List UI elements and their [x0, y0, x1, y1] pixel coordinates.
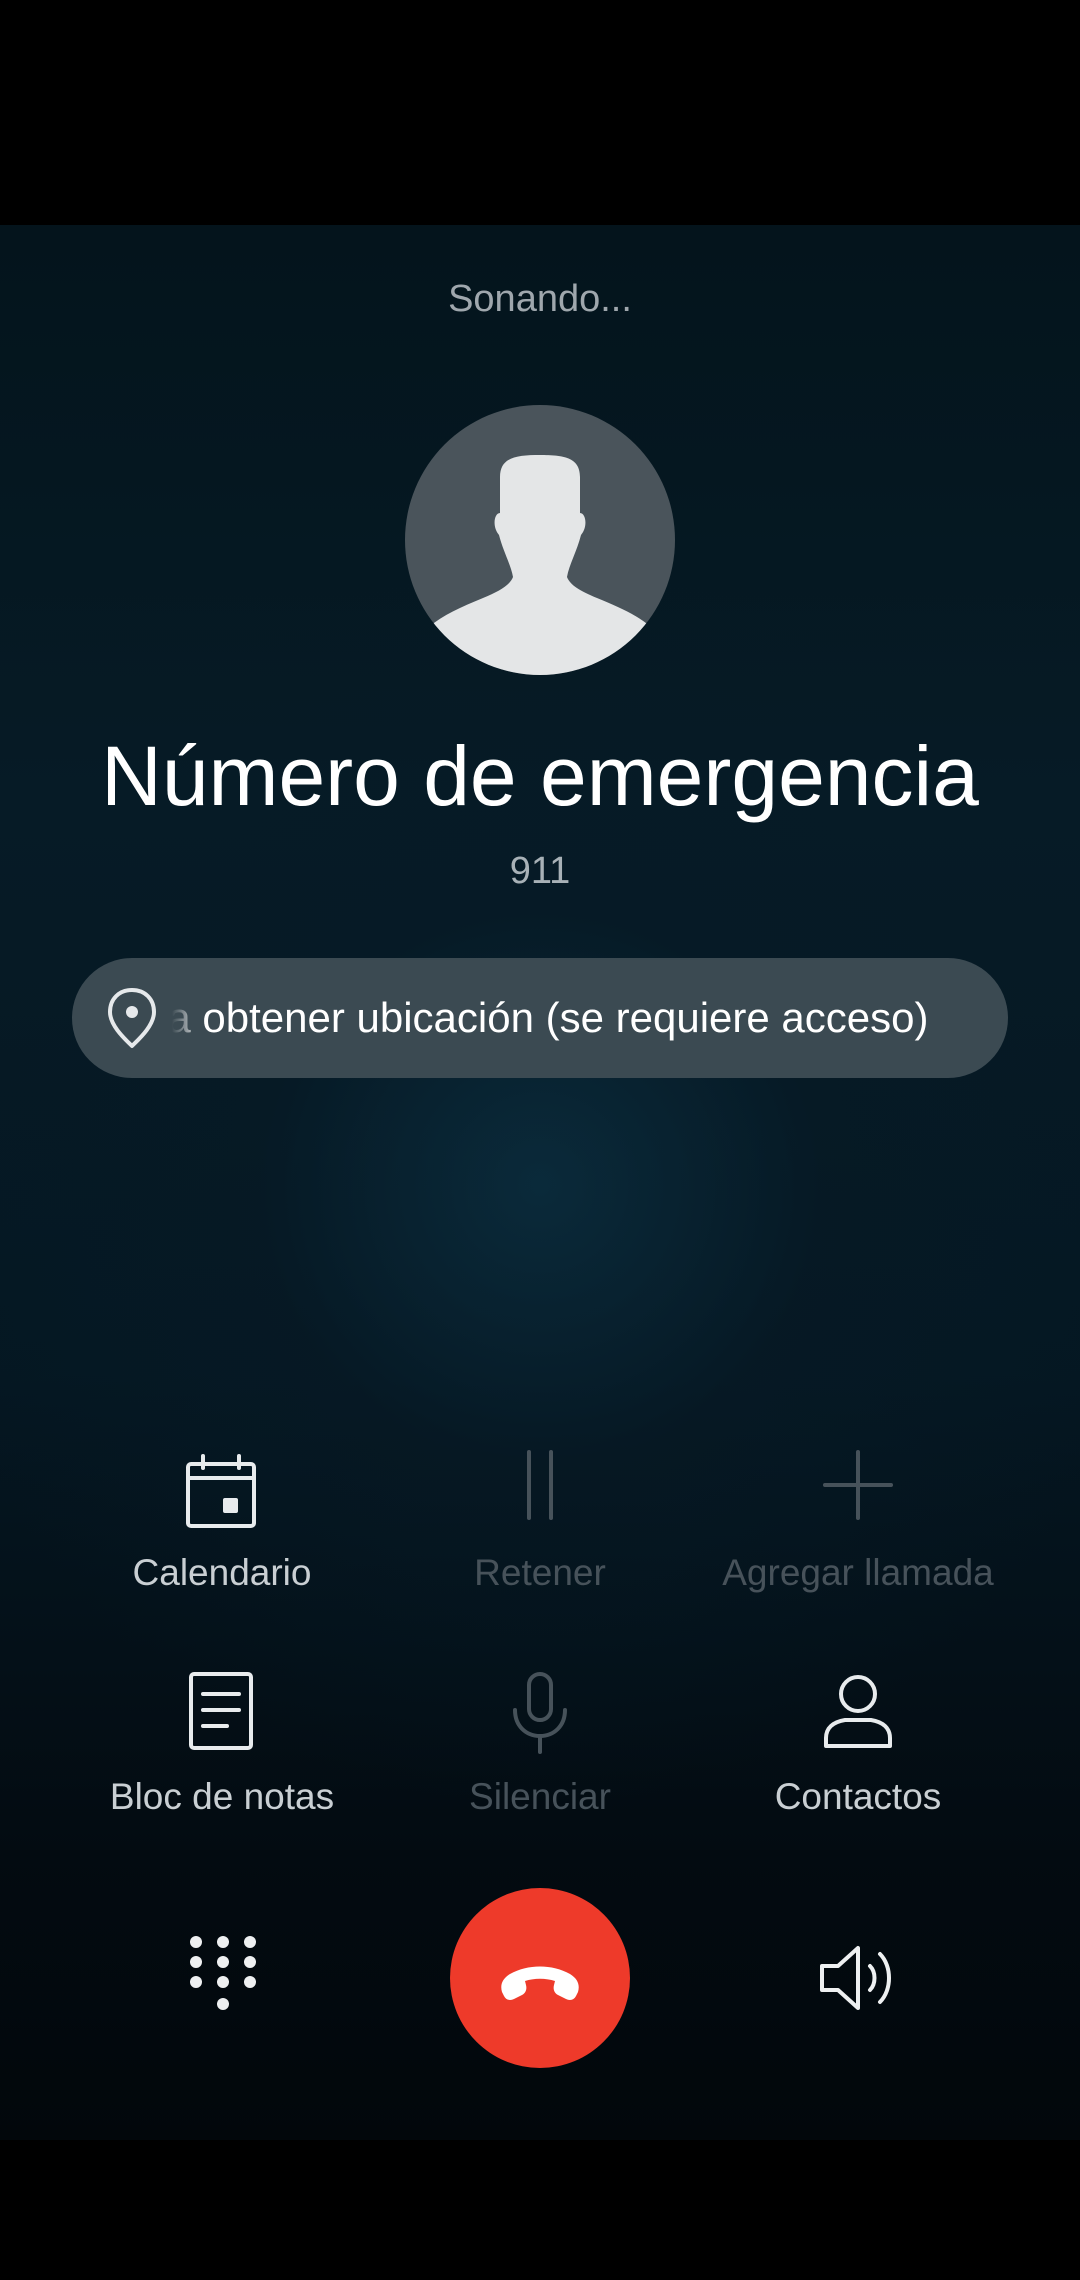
call-status: Sonando...	[448, 278, 632, 320]
hold-label: Retener	[474, 1552, 606, 1593]
plus-icon	[823, 1450, 893, 1520]
notepad-label: Bloc de notas	[109, 1776, 335, 1817]
contact-avatar	[405, 405, 675, 675]
hang-up-icon	[501, 1966, 579, 2000]
hold-button[interactable]: Retener	[370, 1448, 710, 1594]
mute-button[interactable]: Silenciar	[370, 1672, 710, 1818]
in-call-screen: Sonando... Número de emergencia 911 Para…	[0, 0, 1080, 2280]
calendar-label: Calendario	[132, 1552, 312, 1593]
contact-name: Número de emergencia	[101, 729, 979, 823]
dialpad-icon[interactable]	[182, 1928, 264, 2028]
location-pin-icon	[108, 988, 156, 1048]
phone-number: 911	[509, 850, 571, 892]
end-call-button[interactable]	[450, 1888, 630, 2068]
microphone-icon	[513, 1672, 567, 1754]
contacts-label: Contactos	[774, 1776, 942, 1817]
location-text-viewport: Para obtener ubicación (se requiere acce…	[172, 958, 980, 1078]
calendar-button[interactable]: Calendario	[52, 1448, 392, 1594]
person-silhouette-icon	[429, 455, 651, 675]
notepad-icon	[189, 1672, 253, 1750]
add-call-label: Agregar llamada	[722, 1552, 994, 1593]
person-icon	[824, 1675, 892, 1748]
pause-icon	[527, 1450, 553, 1520]
speaker-icon[interactable]	[812, 1938, 908, 2018]
add-call-button[interactable]: Agregar llamada	[688, 1448, 1028, 1594]
calendar-icon	[186, 1454, 256, 1528]
notepad-button[interactable]: Bloc de notas	[52, 1672, 392, 1818]
mute-label: Silenciar	[469, 1776, 611, 1817]
location-text: Para obtener ubicación (se requiere acce…	[172, 994, 929, 1041]
location-bar[interactable]: Para obtener ubicación (se requiere acce…	[72, 958, 1008, 1078]
contacts-button[interactable]: Contactos	[688, 1672, 1028, 1818]
